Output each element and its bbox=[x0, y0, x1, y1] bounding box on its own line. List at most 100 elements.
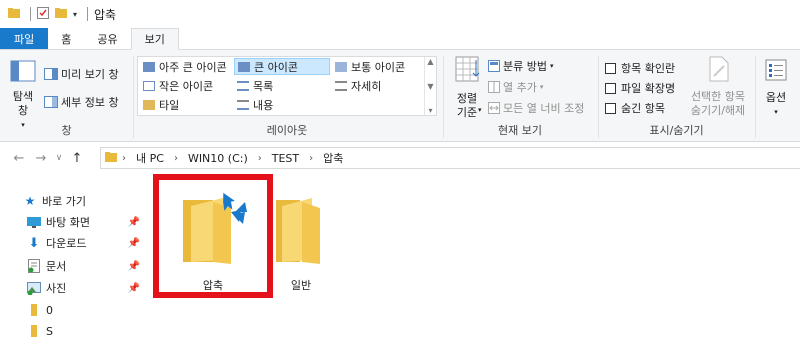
ribbon: 탐색 창 ▾ 미리 보기 창 세부 정보 창 창 아주 큰 아이콘 큰 아이콘 bbox=[0, 50, 800, 142]
title-bar: ▾ 압축 bbox=[0, 0, 800, 28]
back-arrow-icon[interactable]: ← bbox=[8, 151, 30, 166]
group-by-icon bbox=[488, 60, 500, 72]
file-list: 압축 일반 bbox=[148, 174, 800, 346]
show-hide-group: 항목 확인란 파일 확장명 숨긴 항목 선택한 항목 숨기기/해제 표시/숨기기 bbox=[599, 50, 754, 142]
sidebar-item-downloads[interactable]: ⬇ 다운로드 📌 bbox=[26, 233, 144, 253]
chevron-down-icon: ▾ bbox=[478, 106, 482, 114]
pin-icon: 📌 bbox=[127, 282, 140, 294]
separator bbox=[30, 7, 31, 21]
folder-icon bbox=[8, 7, 20, 22]
navigation-pane-button[interactable]: 탐색 창 ▾ bbox=[8, 58, 38, 132]
address-bar[interactable]: › 내 PC › WIN10 (C:) › TEST › 압축 bbox=[100, 147, 800, 169]
details-pane-icon bbox=[44, 96, 58, 108]
file-extensions-option[interactable]: 파일 확장명 bbox=[605, 80, 675, 96]
sidebar-item-0[interactable]: 0 bbox=[26, 300, 144, 320]
folder-name: 일반 bbox=[290, 279, 312, 292]
folder-icon bbox=[266, 188, 336, 271]
panes-group: 탐색 창 ▾ 미리 보기 창 세부 정보 창 창 bbox=[0, 50, 133, 142]
folder-icon bbox=[26, 304, 42, 316]
tab-home[interactable]: 홈 bbox=[48, 28, 84, 49]
layout-group: 레이아웃 bbox=[137, 50, 437, 142]
group-by-button[interactable]: 분류 방법 ▾ bbox=[488, 58, 554, 74]
recent-locations-chevron-icon[interactable]: ∨ bbox=[52, 153, 66, 163]
details-pane-button[interactable]: 세부 정보 창 bbox=[44, 94, 119, 110]
file-extensions-checkbox[interactable] bbox=[605, 82, 616, 94]
ribbon-tabs: 파일 홈 공유 보기 bbox=[0, 28, 800, 50]
forward-arrow-icon[interactable]: → bbox=[30, 151, 52, 166]
breadcrumb-separator-icon[interactable]: › bbox=[174, 153, 178, 164]
folder-item-compressed[interactable]: 압축 bbox=[168, 188, 258, 293]
separator bbox=[87, 7, 89, 21]
desktop-icon bbox=[26, 216, 42, 228]
new-folder-icon[interactable] bbox=[55, 7, 67, 22]
quick-access[interactable]: ★ 바로 가기 bbox=[22, 191, 140, 211]
current-view-group: 정렬 기준 ▾ 분류 방법 ▾ 열 추가 ▾ 모든 열 너비 조정 현재 보기 bbox=[444, 50, 596, 142]
breadcrumb-separator-icon[interactable]: › bbox=[309, 153, 313, 164]
hide-selected-label: 선택한 항목 숨기기/해제 bbox=[690, 90, 746, 117]
fit-columns-icon bbox=[488, 102, 500, 114]
file-extensions-label: 파일 확장명 bbox=[621, 82, 676, 95]
item-checkboxes-label: 항목 확인란 bbox=[621, 62, 676, 75]
properties-icon[interactable] bbox=[37, 6, 49, 22]
hidden-items-label: 숨긴 항목 bbox=[621, 102, 665, 115]
sidebar-item-s[interactable]: S bbox=[26, 321, 144, 341]
add-columns-button[interactable]: 열 추가 ▾ bbox=[488, 79, 543, 95]
sort-by-label: 정렬 기준 bbox=[456, 92, 478, 119]
breadcrumb-separator-icon[interactable]: › bbox=[122, 153, 126, 164]
chevron-down-icon: ▾ bbox=[549, 62, 554, 70]
navigation-pane-label: 탐색 창 bbox=[12, 90, 34, 117]
pin-icon: 📌 bbox=[127, 216, 140, 228]
group-by-label: 분류 방법 bbox=[503, 60, 547, 73]
documents-icon bbox=[26, 259, 42, 273]
hidden-items-checkbox[interactable] bbox=[605, 102, 616, 114]
hidden-items-option[interactable]: 숨긴 항목 bbox=[605, 100, 665, 116]
breadcrumb-separator-icon[interactable]: › bbox=[258, 153, 262, 164]
breadcrumb-current[interactable]: 압축 bbox=[323, 150, 343, 166]
up-arrow-icon[interactable]: ↑ bbox=[66, 151, 88, 166]
customize-toolbar-icon[interactable]: ▾ bbox=[73, 10, 77, 19]
folder-item-normal[interactable]: 일반 bbox=[266, 188, 336, 293]
window-title: 압축 bbox=[94, 7, 117, 22]
hide-selected-button[interactable]: 선택한 항목 숨기기/해제 bbox=[685, 56, 751, 118]
hide-selected-icon bbox=[706, 56, 730, 86]
preview-pane-label: 미리 보기 창 bbox=[61, 68, 119, 81]
fit-columns-button[interactable]: 모든 열 너비 조정 bbox=[488, 100, 584, 116]
sidebar-item-documents[interactable]: 문서 📌 bbox=[26, 256, 144, 276]
download-icon: ⬇ bbox=[28, 235, 40, 251]
star-icon: ★ bbox=[24, 194, 36, 208]
tab-view[interactable]: 보기 bbox=[130, 28, 179, 50]
folder-icon bbox=[105, 151, 117, 166]
pin-icon: 📌 bbox=[127, 260, 140, 272]
add-columns-label: 열 추가 bbox=[503, 81, 537, 94]
folder-name: 압축 bbox=[202, 279, 224, 292]
layout-group-label: 레이아웃 bbox=[266, 124, 308, 137]
navigation-pane: ★ 바로 가기 바탕 화면 📌 ⬇ 다운로드 📌 문서 📌 사진 📌 0 S bbox=[0, 174, 148, 346]
breadcrumb-drive[interactable]: WIN10 (C:) bbox=[188, 152, 248, 165]
navigation-bar: ← → ∨ ↑ › 내 PC › WIN10 (C:) › TEST › 압축 bbox=[0, 142, 800, 174]
breadcrumb-test[interactable]: TEST bbox=[272, 152, 299, 165]
sort-icon bbox=[454, 56, 480, 88]
item-checkboxes-checkbox[interactable] bbox=[605, 62, 616, 74]
tab-share[interactable]: 공유 bbox=[84, 28, 130, 49]
compressed-folder-icon bbox=[173, 188, 253, 271]
folder-icon bbox=[26, 325, 42, 337]
pictures-icon bbox=[26, 281, 42, 295]
chevron-down-icon: ▾ bbox=[774, 108, 778, 116]
separator bbox=[133, 56, 134, 138]
fit-columns-label: 모든 열 너비 조정 bbox=[503, 102, 585, 115]
tab-file[interactable]: 파일 bbox=[0, 28, 49, 49]
options-icon bbox=[764, 58, 788, 86]
add-columns-icon bbox=[488, 81, 500, 93]
chevron-down-icon: ▾ bbox=[539, 83, 544, 91]
sidebar-item-pictures[interactable]: 사진 📌 bbox=[26, 278, 144, 298]
details-pane-label: 세부 정보 창 bbox=[61, 96, 119, 109]
preview-pane-button[interactable]: 미리 보기 창 bbox=[44, 66, 119, 82]
options-label: 옵션 bbox=[765, 91, 787, 104]
pin-icon: 📌 bbox=[127, 237, 140, 249]
options-button[interactable]: 옵션 ▾ bbox=[758, 58, 794, 119]
sidebar-item-desktop[interactable]: 바탕 화면 📌 bbox=[26, 212, 144, 232]
item-checkboxes-option[interactable]: 항목 확인란 bbox=[605, 60, 675, 76]
show-hide-group-label: 표시/숨기기 bbox=[649, 124, 704, 137]
breadcrumb-this-pc[interactable]: 내 PC bbox=[136, 150, 164, 166]
panes-group-label: 창 bbox=[61, 124, 72, 137]
